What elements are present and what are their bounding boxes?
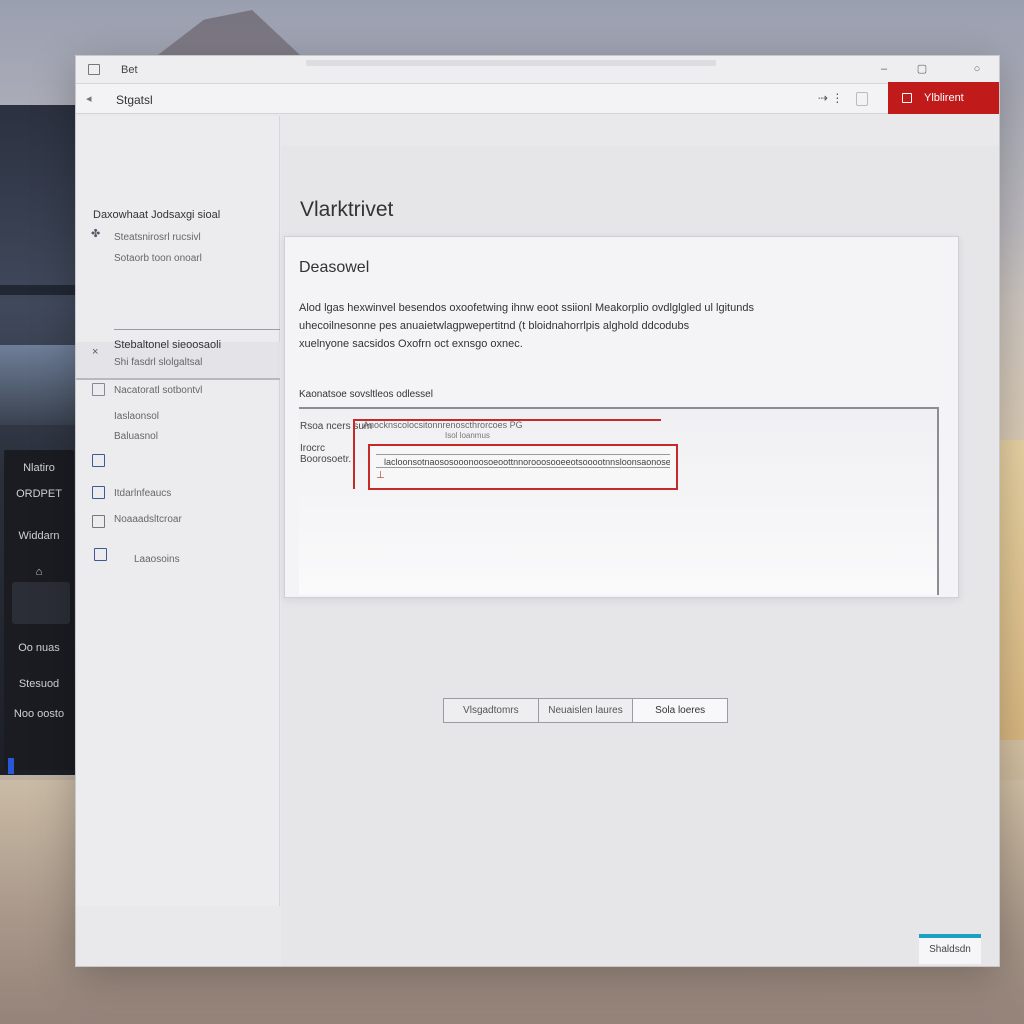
puzzle-icon: ✤ — [91, 228, 101, 240]
background-app-divider — [0, 285, 78, 295]
taskbar-item-7[interactable]: Stesuod — [10, 672, 68, 696]
file-icon — [92, 515, 105, 528]
close-window-icon[interactable]: ○ — [969, 61, 985, 77]
app-icon — [88, 64, 100, 75]
close-icon: × — [92, 346, 99, 358]
page-title: Vlarktrivet — [300, 198, 394, 221]
settings-card: Deasowel Alod lgas hexwinvel besendos ox… — [284, 236, 959, 598]
sidebar-divider — [114, 329, 280, 330]
window-icon — [94, 548, 107, 561]
taskbar-tile[interactable] — [12, 582, 70, 624]
monitor-icon — [92, 486, 105, 499]
background-app-banner — [0, 345, 78, 425]
segment-1[interactable]: Vlsgadtomrs — [444, 699, 539, 722]
title-drag-area[interactable] — [306, 60, 716, 66]
content-header — [281, 116, 999, 146]
taskbar-item-3[interactable]: Widdarn — [10, 524, 68, 548]
sidebar-item-11[interactable]: Laaosoins — [134, 554, 180, 565]
minimize-icon[interactable]: – — [876, 61, 892, 77]
image-icon[interactable] — [92, 454, 105, 467]
sidebar-item-4[interactable]: Shi fasdrl slolgaltsal — [114, 357, 202, 368]
footer-button[interactable]: Shaldsdn — [919, 934, 981, 964]
taskbar-item-8[interactable]: Noo oosto — [10, 702, 68, 726]
breadcrumb[interactable]: Stgatsl — [116, 93, 153, 107]
taskbar-item-1[interactable]: Nlatiro — [10, 456, 68, 480]
text-input-field[interactable]: lacloonsotnaososooonoosoeoottnnorooosooe… — [368, 444, 678, 490]
sidebar-item-5[interactable]: Nacatoratl sotbontvl — [114, 385, 202, 396]
text-input-value[interactable]: lacloonsotnaososooonoosoeoottnnorooosooe… — [376, 454, 670, 468]
document-icon — [92, 383, 105, 396]
description-line-3: xuelnyone sacsidos Oxofrn oct exnsgo oxn… — [299, 338, 523, 350]
taskbar-active-indicator — [8, 758, 14, 774]
main-content: Vlarktrivet Deasowel Alod lgas hexwinvel… — [281, 116, 999, 966]
description-line-1: Alod lgas hexwinvel besendos oxoofetwing… — [299, 302, 754, 314]
primary-action-button[interactable]: Ylblirent — [888, 82, 999, 114]
back-icon[interactable]: ◂ — [86, 92, 92, 105]
sidebar-item-9[interactable]: Itdarlnfeaucs — [114, 488, 171, 499]
taskbar-item-6[interactable]: Oo nuas — [10, 636, 68, 660]
sidebar-item-2[interactable]: Sotaorb toon onoarl — [114, 253, 202, 264]
sidebar-item-6[interactable]: Iaslaonsol — [114, 411, 159, 422]
maximize-icon[interactable]: ▢ — [914, 61, 930, 77]
share-icon — [902, 93, 912, 103]
wallpaper-sunlight — [998, 440, 1024, 740]
settings-window: Bet – ▢ ○ ◂ Stgatsl ⇢ ⋮ Ylblirent Daxowh… — [75, 55, 1000, 967]
segment-2[interactable]: Neuaislen laures — [539, 699, 634, 722]
segmented-control: Vlsgadtomrs Neuaislen laures Sola loeres — [443, 698, 728, 723]
primary-action-label: Ylblirent — [924, 92, 964, 104]
sidebar-heading: Daxowhaat Jodsaxgi sioal — [93, 209, 221, 221]
card-description: Alod lgas hexwinvel besendos oxoofetwing… — [299, 299, 799, 353]
description-line-2: uhecoilnesonne pes anuaietwlagpwepertitn… — [299, 320, 690, 332]
segment-3[interactable]: Sola loeres — [633, 699, 728, 722]
home-icon[interactable]: ⌂ — [10, 560, 68, 584]
toolbar: ◂ Stgatsl ⇢ ⋮ Ylblirent — [76, 82, 999, 114]
card-title: Deasowel — [299, 259, 370, 276]
more-options-icon[interactable]: ⇢ ⋮ — [818, 91, 843, 105]
panel-toggle-icon[interactable] — [856, 92, 868, 106]
sidebar-item-1[interactable]: Steatsnirosrl rucsivl — [114, 232, 201, 243]
sidebar: Daxowhaat Jodsaxgi sioal ✤ Steatsnirosrl… — [76, 116, 280, 906]
cursor-icon: ⊥ — [376, 470, 385, 481]
sidebar-item-7[interactable]: Baluasnol — [114, 431, 158, 442]
sidebar-item-3[interactable]: Stebaltonel sieoosaoli — [114, 339, 221, 351]
section-label: Kaonatsoe sovsltleos odlessel — [299, 389, 433, 400]
field-label-2: Irocrc Boorosoetr. — [300, 443, 352, 465]
taskbar-item-2[interactable]: ORDPET — [10, 482, 68, 506]
title-bar[interactable]: Bet – ▢ ○ — [76, 56, 999, 84]
sidebar-item-10[interactable]: Noaaadsltcroar — [114, 514, 182, 525]
taskbar: Nlatiro ORDPET Widdarn ⌂ Oo nuas Stesuod… — [4, 450, 74, 770]
window-title: Bet — [121, 64, 138, 76]
